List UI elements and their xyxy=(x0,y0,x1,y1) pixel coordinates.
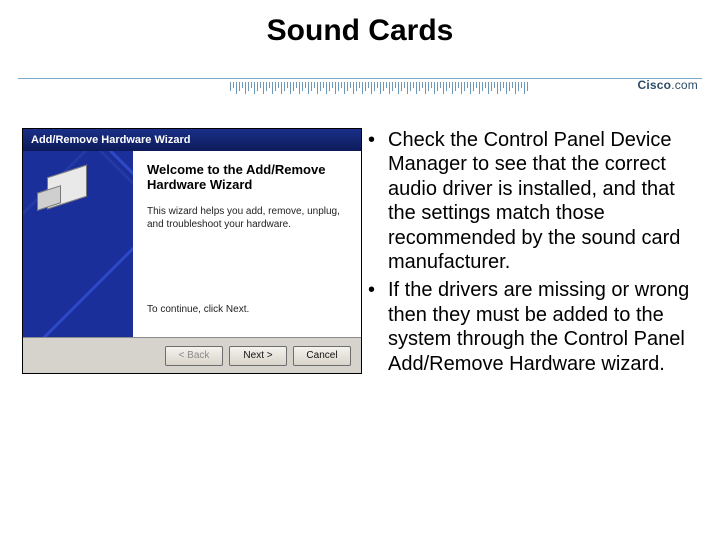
brand-suffix: .com xyxy=(671,78,698,92)
wizard-heading: Welcome to the Add/Remove Hardware Wizar… xyxy=(147,163,347,193)
wizard-title: Add/Remove Hardware Wizard xyxy=(31,134,190,146)
divider xyxy=(0,78,720,94)
list-item: Check the Control Panel Device Manager t… xyxy=(360,128,696,274)
slide-title: Sound Cards xyxy=(0,14,720,48)
bullet-list: Check the Control Panel Device Manager t… xyxy=(360,128,696,376)
back-button[interactable]: < Back xyxy=(165,346,223,366)
list-item: If the drivers are missing or wrong then… xyxy=(360,278,696,376)
divider-bars xyxy=(230,82,610,94)
wizard-window: Add/Remove Hardware Wizard Welcome to th… xyxy=(22,128,362,374)
wizard-sidebar xyxy=(23,151,133,337)
brand-name: Cisco xyxy=(638,78,672,92)
next-button[interactable]: Next > xyxy=(229,346,287,366)
wizard-titlebar: Add/Remove Hardware Wizard xyxy=(23,129,361,151)
brand-logo: Cisco.com xyxy=(638,78,699,92)
wizard-continue: To continue, click Next. xyxy=(147,304,347,315)
cancel-button[interactable]: Cancel xyxy=(293,346,351,366)
hardware-icon xyxy=(37,163,97,213)
wizard-button-row: < Back Next > Cancel xyxy=(23,337,361,373)
wizard-description: This wizard helps you add, remove, unplu… xyxy=(147,205,347,232)
wizard-screenshot: Add/Remove Hardware Wizard Welcome to th… xyxy=(0,128,360,380)
